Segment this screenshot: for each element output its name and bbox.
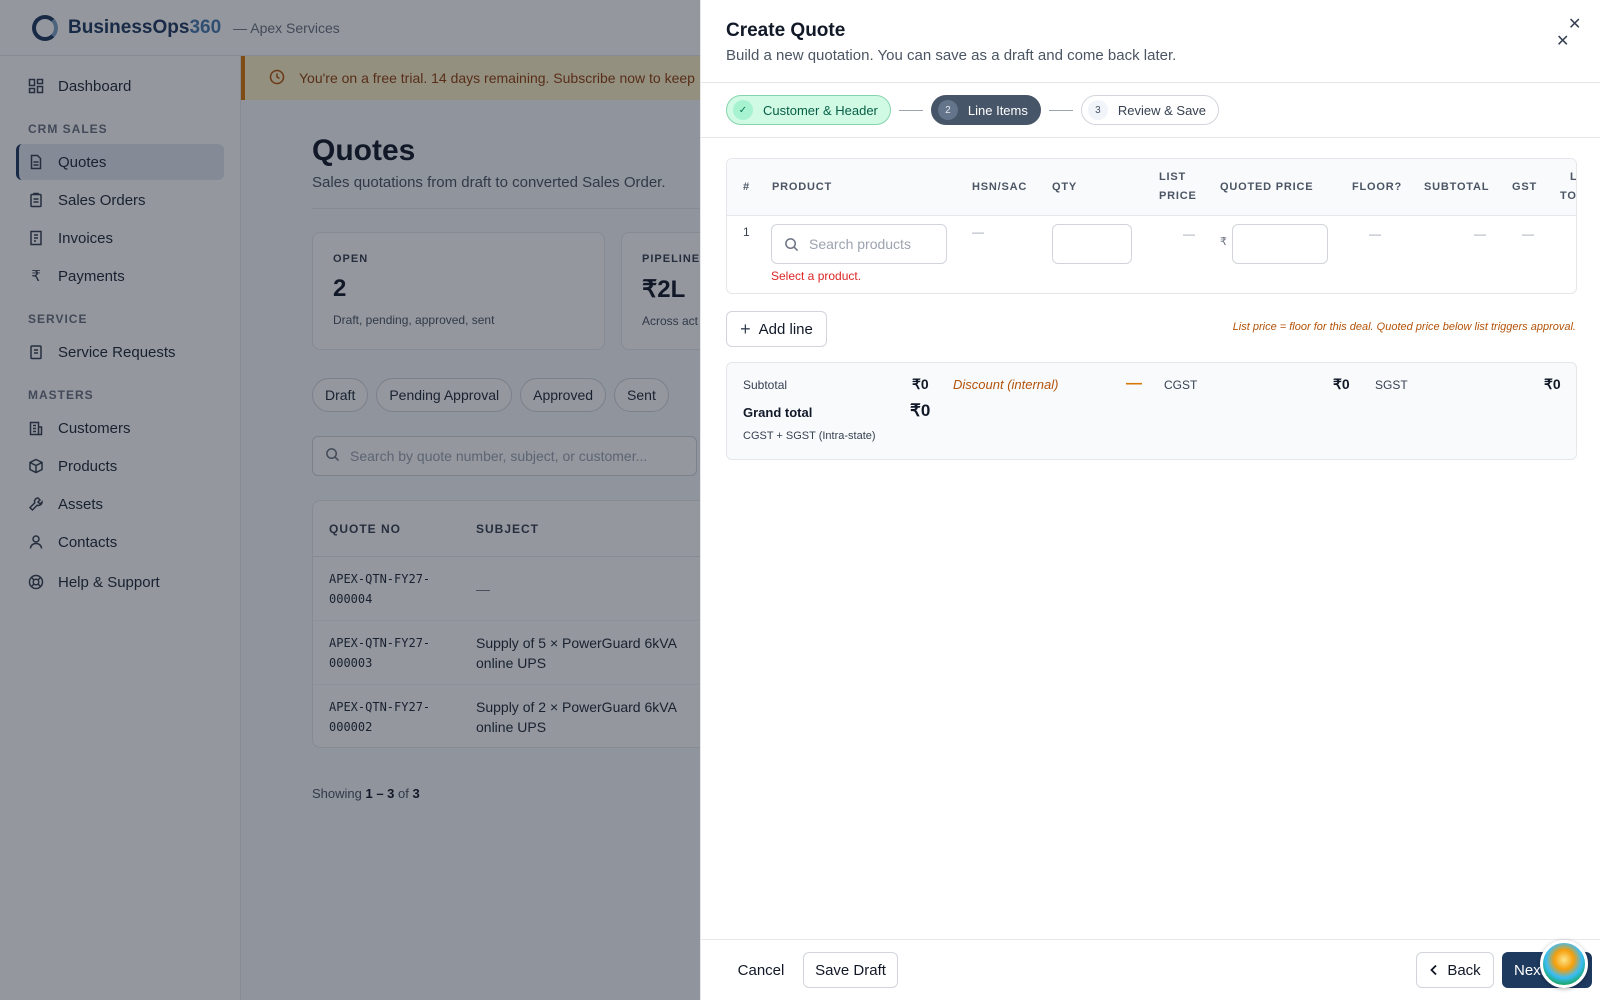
sgst-label: SGST: [1375, 378, 1408, 392]
step-number: 3: [1087, 100, 1108, 120]
currency-prefix: ₹: [1220, 236, 1227, 248]
cgst-value: ₹0: [1333, 376, 1350, 392]
step-review-save[interactable]: 3 Review & Save: [1080, 95, 1220, 125]
search-icon: [784, 237, 799, 252]
col-gst: GST: [1512, 181, 1538, 193]
tax-mode: CGST + SGST (Intra-state): [743, 430, 876, 442]
sgst-value: ₹0: [1544, 376, 1561, 392]
gst-value: —: [1522, 227, 1534, 241]
close-panel-icon[interactable]: ✕: [1556, 31, 1569, 51]
step-label: Line Items: [967, 102, 1028, 118]
divider: [701, 939, 1600, 940]
quoted-price-input[interactable]: [1232, 224, 1328, 264]
step-line-items[interactable]: 2 Line Items: [930, 95, 1041, 125]
cancel-button[interactable]: Cancel: [726, 952, 796, 988]
totals-summary: Subtotal ₹0 Grand total ₹0 CGST + SGST (…: [726, 362, 1577, 460]
step-connector: [898, 109, 923, 111]
subtotal-value: —: [1474, 227, 1486, 241]
col-qty: QTY: [1052, 181, 1078, 193]
step-label: Review & Save: [1117, 102, 1207, 118]
create-quote-panel: Create Quote Build a new quotation. You …: [700, 0, 1600, 1000]
divider: [701, 137, 1600, 138]
subtotal-value: ₹0: [912, 376, 929, 392]
plus-icon: +: [740, 318, 751, 339]
col-hsn: HSN/SAC: [972, 181, 1028, 193]
col-subtotal: SUBTOTAL: [1424, 181, 1490, 193]
back-button[interactable]: Back: [1416, 952, 1494, 988]
floor-value: —: [1369, 227, 1381, 241]
grand-total-label: Grand total: [743, 405, 813, 420]
col-quoted-price: QUOTED PRICE: [1220, 181, 1314, 193]
col-num: #: [743, 181, 750, 193]
line-items-header: # PRODUCT HSN/SAC QTY LIST PRICE QUOTED …: [727, 159, 1577, 216]
product-search-input[interactable]: Search products: [771, 224, 947, 264]
step-customer-header[interactable]: ✓ Customer & Header: [726, 95, 891, 125]
subtotal-label: Subtotal: [743, 378, 788, 392]
discount-value[interactable]: —: [1126, 375, 1142, 393]
back-label: Back: [1447, 961, 1481, 979]
product-search-placeholder: Search products: [809, 236, 911, 252]
hsn-value: —: [972, 225, 984, 239]
step-label: Customer & Header: [763, 102, 878, 118]
qty-input[interactable]: [1052, 224, 1132, 264]
line-items-table: # PRODUCT HSN/SAC QTY LIST PRICE QUOTED …: [726, 158, 1577, 294]
panel-title: Create Quote: [726, 20, 846, 41]
close-icon[interactable]: ✕: [1568, 14, 1581, 34]
step-number: 2: [937, 100, 958, 120]
col-line-total-1: L: [1570, 171, 1577, 183]
row-number: 1: [743, 225, 750, 239]
col-floor: FLOOR?: [1352, 181, 1403, 193]
chevron-left-icon: [1429, 964, 1439, 976]
user-avatar[interactable]: [1540, 940, 1588, 988]
divider: [701, 82, 1600, 83]
pricing-note: List price = floor for this deal. Quoted…: [1232, 321, 1576, 333]
add-line-label: Add line: [758, 320, 813, 338]
grand-total-value: ₹0: [910, 401, 931, 420]
step-connector: [1048, 109, 1073, 111]
stepper: ✓ Customer & Header 2 Line Items 3 Revie…: [726, 95, 1220, 125]
col-product: PRODUCT: [772, 181, 832, 193]
check-icon: ✓: [733, 100, 753, 120]
list-price-value: —: [1183, 227, 1195, 241]
add-line-button[interactable]: + Add line: [726, 311, 827, 347]
cgst-label: CGST: [1164, 378, 1198, 392]
save-draft-button[interactable]: Save Draft: [803, 952, 898, 988]
col-line-total-2: TO: [1560, 190, 1577, 202]
product-error: Select a product.: [771, 269, 862, 283]
col-list-price-2: PRICE: [1159, 190, 1197, 202]
discount-label: Discount (internal): [953, 377, 1059, 392]
col-list-price-1: LIST: [1159, 171, 1187, 183]
panel-subtitle: Build a new quotation. You can save as a…: [726, 47, 1177, 64]
